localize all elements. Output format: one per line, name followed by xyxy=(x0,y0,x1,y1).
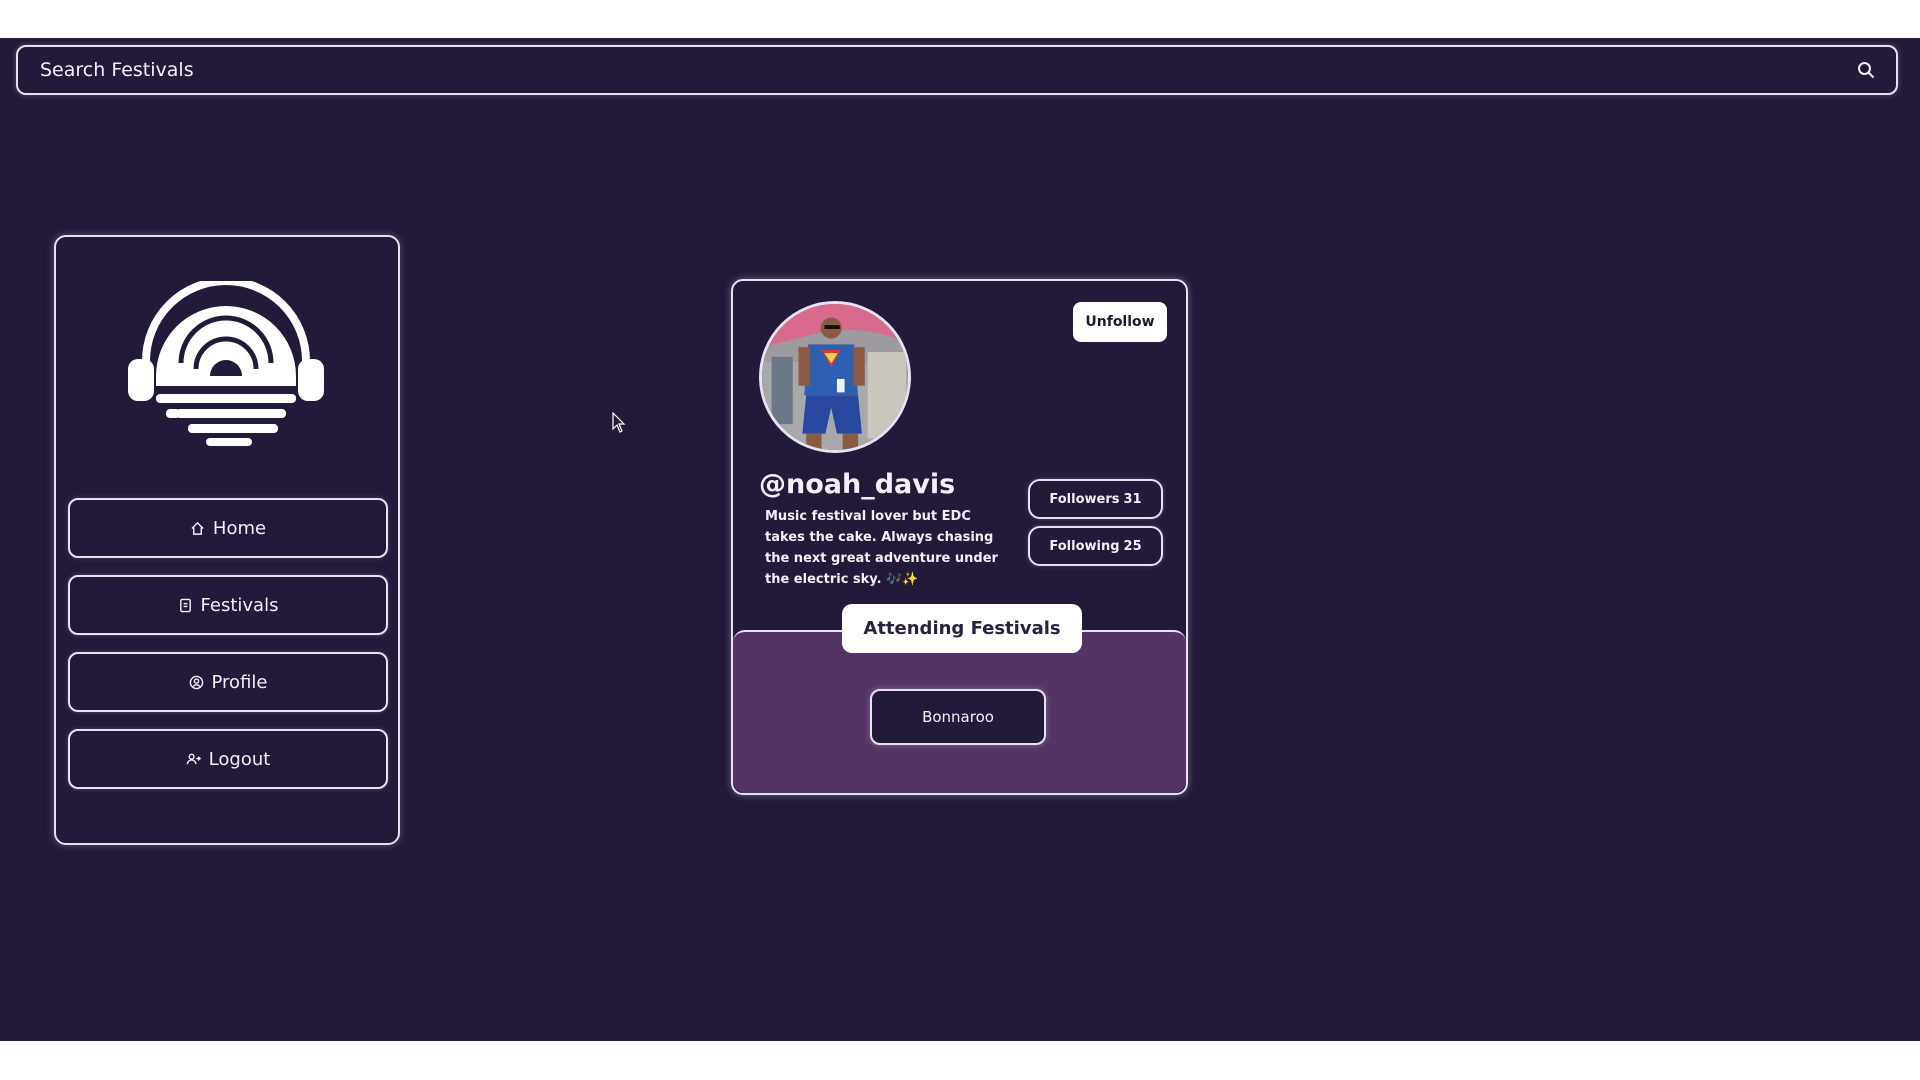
app-screen: Home Festivals Profile xyxy=(0,38,1920,1041)
sidebar-item-label: Profile xyxy=(211,671,268,693)
followers-count: 31 xyxy=(1123,491,1142,507)
profile-card: Unfollow @noah_davis Music festival love… xyxy=(731,279,1188,795)
followers-label: Followers xyxy=(1049,491,1120,507)
followers-button[interactable]: Followers 31 xyxy=(1028,479,1163,519)
unfollow-button[interactable]: Unfollow xyxy=(1073,302,1167,342)
profile-icon xyxy=(189,675,203,689)
festival-button-bonnaroo[interactable]: Bonnaroo xyxy=(870,689,1046,745)
sidebar-item-home[interactable]: Home xyxy=(68,498,388,558)
search-icon[interactable] xyxy=(1856,60,1876,80)
home-icon xyxy=(191,521,204,535)
attending-festivals-title: Attending Festivals xyxy=(842,604,1082,653)
sidebar-item-logout[interactable]: Logout xyxy=(68,729,388,789)
bio: Music festival lover but EDC takes the c… xyxy=(765,509,998,587)
headphones-logo-icon xyxy=(128,281,324,446)
following-button[interactable]: Following 25 xyxy=(1028,526,1163,566)
search-bar[interactable] xyxy=(16,45,1898,95)
username: @noah_davis xyxy=(759,469,956,500)
sidebar-item-label: Festivals xyxy=(200,594,279,616)
sidebar-item-profile[interactable]: Profile xyxy=(68,652,388,712)
avatar-photo xyxy=(762,304,908,450)
festival-icon xyxy=(179,598,191,612)
logout-icon xyxy=(186,753,201,764)
sidebar-item-label: Home xyxy=(212,517,267,539)
following-count: 25 xyxy=(1123,538,1142,554)
sidebar: Home Festivals Profile Logout xyxy=(54,235,400,845)
search-input[interactable] xyxy=(38,58,1856,82)
sidebar-item-festivals[interactable]: Festivals xyxy=(68,575,388,635)
avatar[interactable] xyxy=(759,301,911,453)
sidebar-item-label: Logout xyxy=(208,748,271,770)
following-label: Following xyxy=(1049,538,1120,554)
mouse-cursor-icon xyxy=(612,412,626,433)
